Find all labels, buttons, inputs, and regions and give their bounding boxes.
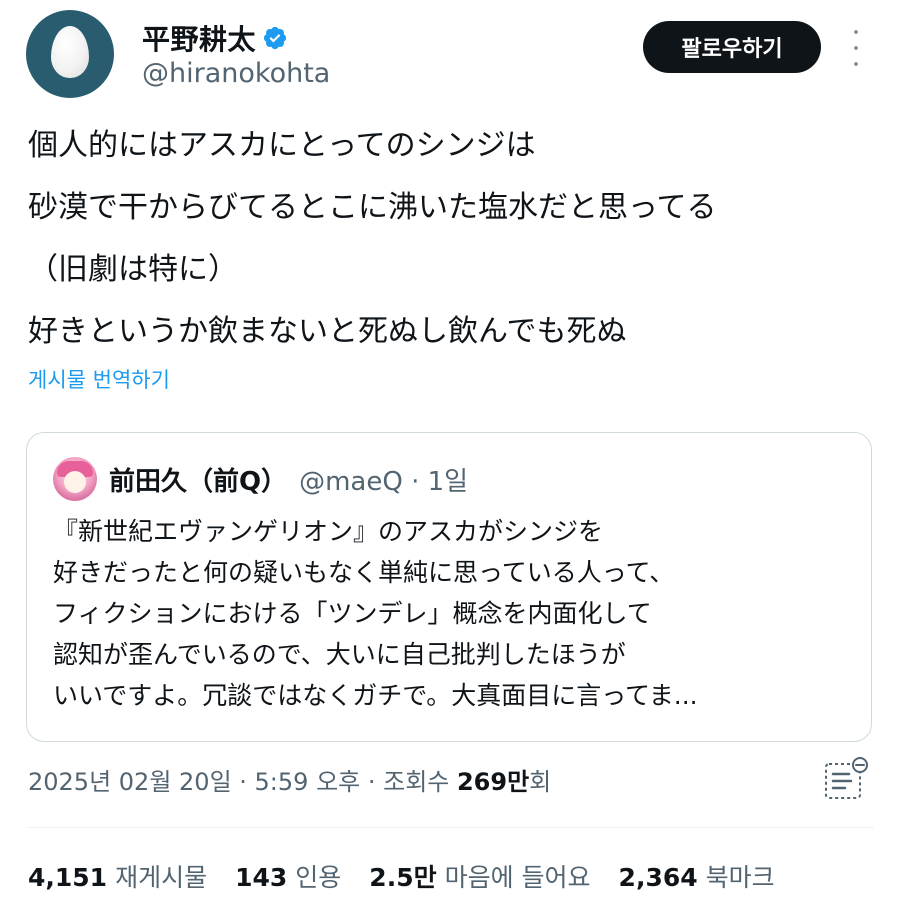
- author-handle[interactable]: @hiranokohta: [142, 58, 330, 89]
- tweet-line: 個人的にはアスカにとってのシンジは: [28, 128, 536, 163]
- author-name-row: 平野耕太: [142, 18, 288, 58]
- egg-avatar-icon: [51, 26, 89, 78]
- view-count-suffix: 회: [529, 768, 552, 796]
- tweet-line: 好きというか飲まないと死ぬし飲んでも死ぬ: [28, 314, 627, 349]
- tweet-header: 平野耕太 @hiranokohta 팔로우하기: [26, 10, 876, 100]
- tweet-text: 個人的にはアスカにとってのシンジは 砂漠で干からびてるとこに沸いた塩水だと思って…: [28, 122, 878, 370]
- quoted-line: 『新世紀エヴァンゲリオン』のアスカがシンジを: [53, 517, 604, 546]
- author-avatar[interactable]: [26, 10, 114, 98]
- divider: [28, 827, 874, 828]
- quoted-author-handle[interactable]: @maeQ · 1일: [299, 461, 468, 498]
- tweet-line: 砂漠で干からびてるとこに沸いた塩水だと思ってる: [28, 190, 717, 225]
- engagement-stats: 4,151 재게시물 143 인용 2.5만 마음에 들어요 2,364 북마크: [28, 858, 803, 894]
- reposts-stat[interactable]: 4,151 재게시물: [28, 858, 207, 894]
- verified-badge-icon: [263, 26, 287, 50]
- follow-button[interactable]: 팔로우하기: [643, 21, 821, 73]
- bookmarks-count: 2,364: [618, 863, 698, 892]
- timestamp-views: 2025년 02월 20일 · 5:59 오후 · 조회수 269만회: [28, 762, 551, 797]
- bookmarks-label: 북마크: [705, 863, 775, 892]
- summary-icon[interactable]: [823, 756, 869, 802]
- author-display-name[interactable]: 平野耕太: [142, 18, 256, 58]
- quoted-line: いいですよ。冗談ではなくガチで。大真面目に言ってま...: [53, 681, 698, 710]
- timestamp[interactable]: 2025년 02월 20일 · 5:59 오후 · 조회수: [28, 768, 457, 796]
- likes-label: 마음에 들어요: [444, 863, 591, 892]
- tweet-meta: 2025년 02월 20일 · 5:59 오후 · 조회수 269만회: [28, 756, 878, 802]
- quoted-tweet-card[interactable]: 前田久（前Q） @maeQ · 1일 『新世紀エヴァンゲリオン』のアスカがシンジ…: [26, 432, 872, 742]
- quotes-count: 143: [235, 863, 288, 892]
- reposts-label: 재게시물: [115, 863, 208, 892]
- quoted-author-name[interactable]: 前田久（前Q）: [109, 461, 287, 498]
- likes-count: 2.5만: [369, 863, 437, 892]
- view-count: 269만: [456, 768, 530, 796]
- quoted-line: 認知が歪んでいるので、大いに自己批判したほうが: [53, 640, 626, 669]
- quotes-stat[interactable]: 143 인용: [235, 858, 341, 894]
- quotes-label: 인용: [295, 863, 342, 892]
- reposts-count: 4,151: [28, 863, 108, 892]
- quoted-tweet-header: 前田久（前Q） @maeQ · 1일: [53, 457, 468, 501]
- translate-post-link[interactable]: 게시물 번역하기: [28, 364, 170, 394]
- quoted-author-avatar[interactable]: [53, 457, 97, 501]
- quoted-line: フィクションにおける「ツンデレ」概念を内面化して: [53, 599, 652, 628]
- tweet-line: （旧劇は特に）: [28, 252, 238, 287]
- likes-stat[interactable]: 2.5만 마음에 들어요: [369, 858, 590, 894]
- quoted-line: 好きだったと何の疑いもなく単純に思っている人って、: [53, 558, 675, 587]
- bookmarks-stat[interactable]: 2,364 북마크: [619, 858, 775, 894]
- quoted-tweet-text: 『新世紀エヴァンゲリオン』のアスカがシンジを 好きだったと何の疑いもなく単純に思…: [53, 511, 853, 716]
- more-options-icon[interactable]: [844, 30, 868, 66]
